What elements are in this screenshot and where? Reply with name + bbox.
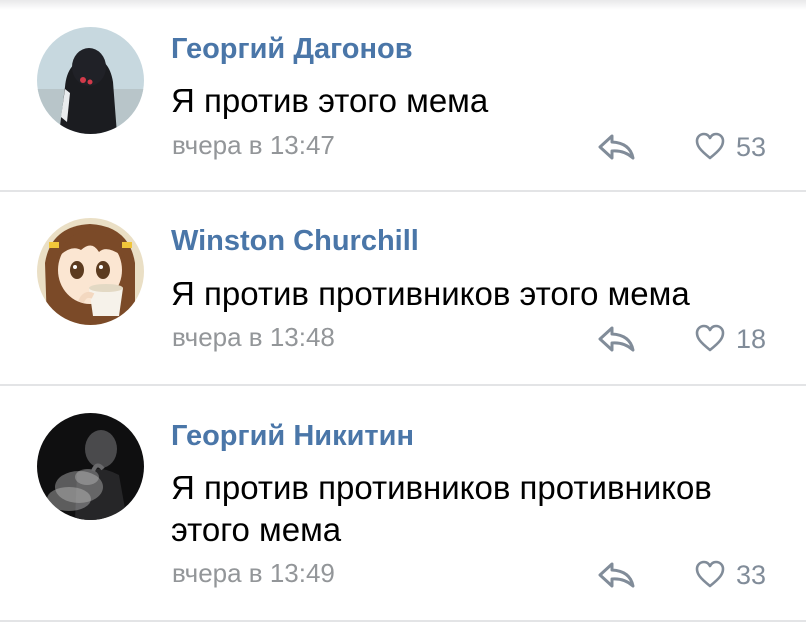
anime-girl-cup-avatar — [37, 218, 144, 325]
like-button[interactable]: 33 — [694, 559, 784, 590]
like-count: 18 — [736, 324, 767, 354]
comment-text: Я против этого мема — [171, 82, 489, 119]
divider — [0, 384, 806, 386]
reply-arrow-icon — [598, 326, 635, 352]
reply-button[interactable] — [597, 325, 637, 353]
person-dark-hood-avatar — [37, 27, 144, 134]
comment-text: Я против противников противников этого м… — [171, 469, 712, 548]
reply-button[interactable] — [597, 561, 637, 589]
comment-text: Я против противников этого мема — [171, 275, 690, 312]
comment-time: вчера в 13:47 — [172, 130, 335, 160]
like-count: 33 — [736, 560, 767, 590]
like-count: 53 — [736, 132, 767, 162]
top-shadow — [0, 0, 806, 10]
like-button[interactable]: 53 — [694, 131, 784, 162]
comment-time: вчера в 13:49 — [172, 558, 335, 588]
reply-arrow-icon — [598, 134, 635, 160]
heart-outline-icon — [695, 324, 725, 352]
author-name[interactable]: Георгий Никитин — [171, 420, 414, 453]
author-name[interactable]: Георгий Дагонов — [171, 33, 413, 66]
divider — [0, 190, 806, 192]
avatar[interactable] — [37, 218, 144, 325]
comment-time: вчера в 13:48 — [172, 322, 335, 352]
avatar[interactable] — [37, 27, 144, 134]
heart-outline-icon — [695, 560, 725, 588]
reply-button[interactable] — [597, 133, 637, 161]
reply-arrow-icon — [598, 562, 635, 588]
divider — [0, 620, 806, 622]
avatar[interactable] — [37, 413, 144, 520]
heart-outline-icon — [695, 132, 725, 160]
author-name[interactable]: Winston Churchill — [171, 225, 419, 258]
smoking-man-avatar — [37, 413, 144, 520]
like-button[interactable]: 18 — [694, 323, 784, 354]
